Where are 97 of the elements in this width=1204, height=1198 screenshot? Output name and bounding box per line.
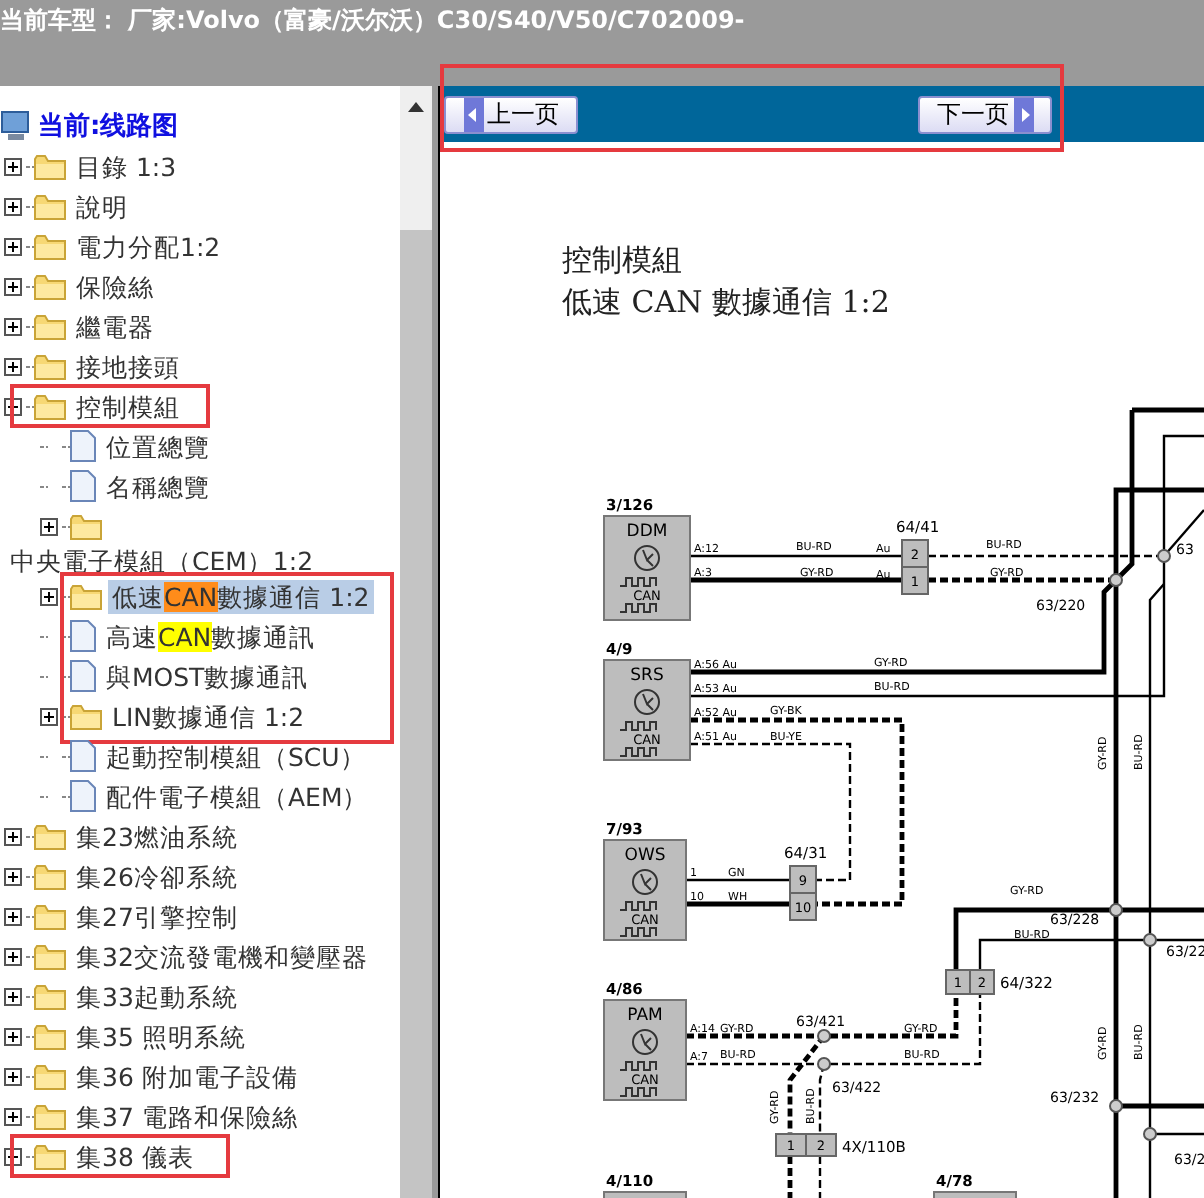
tree-item-label[interactable]: 目錄 1:3 [72,149,181,183]
tree-item-label[interactable]: 集23燃油系統 [72,819,242,853]
tree-item-label[interactable]: 與MOST數據通訊 [102,659,313,693]
connector-cell [901,539,929,568]
tree-item-label[interactable]: 集32交流發電機和變壓器 [72,939,372,973]
document-icon [70,780,96,812]
connector-cell [805,1133,837,1157]
folder-icon [34,193,66,219]
diagram-title: 控制模組 [562,242,682,278]
tree-item-label[interactable]: 集27引擎控制 [72,899,242,933]
connector-cell [945,969,971,995]
computer-icon [0,110,32,142]
expand-icon[interactable] [4,277,22,295]
expand-icon[interactable] [40,707,58,725]
folder-icon [34,353,66,379]
expand-icon[interactable] [4,867,22,885]
folder-icon [70,513,102,539]
transceiver-icon [619,545,660,587]
folder-icon [34,153,66,179]
tree-item-label[interactable]: 集26冷卻系統 [72,859,242,893]
tree-item-label[interactable]: 集36 附加電子設備 [72,1059,302,1093]
module-box [603,515,691,621]
expand-icon[interactable] [4,197,22,215]
document-icon [70,620,96,652]
folder-icon [70,583,102,609]
folder-icon [34,313,66,339]
pulse-icon [619,927,657,937]
tree-item-label[interactable]: 集35 照明系統 [72,1019,250,1053]
folder-icon [34,393,66,419]
pulse-icon [619,747,657,757]
pulse-icon [619,1087,657,1097]
expand-icon[interactable] [4,1067,22,1085]
expand-icon[interactable] [4,907,22,925]
expand-icon[interactable] [4,317,22,335]
next-page-button[interactable]: 下一页 [918,95,1052,133]
tree-item-label[interactable]: 接地接頭 [72,349,184,383]
document-icon [70,470,96,502]
tree-item-label[interactable]: 說明 [72,189,132,223]
module-box [933,1191,1017,1198]
expand-icon[interactable] [40,587,58,605]
folder-icon [34,1023,66,1049]
expand-icon[interactable] [40,517,58,535]
tree-item-label[interactable]: 集37 電路和保險絲 [72,1099,302,1133]
transceiver-icon [619,869,658,911]
folder-icon [34,1063,66,1089]
folder-icon [34,983,66,1009]
expand-icon[interactable] [4,827,22,845]
connector-cell [789,892,817,921]
connector-cell [969,969,995,995]
expand-icon[interactable] [4,157,22,175]
folder-icon [34,273,66,299]
module-box [603,839,687,941]
expand-icon[interactable] [4,987,22,1005]
folder-icon [34,903,66,929]
module-box [603,1191,687,1198]
vehicle-title: 当前车型： 厂家:Volvo（富豪/沃尔沃）C30/S40/V50/C702009- [0,4,747,38]
module-box [603,659,691,761]
tree-item-label[interactable]: 控制模組 [72,389,184,423]
module-name: PAM [627,1006,663,1026]
tree-item-label[interactable]: 集33起動系統 [72,979,242,1013]
previous-page-button[interactable]: 上一页 [444,95,578,133]
tree-item-label[interactable]: 配件電子模組（AEM） [102,779,373,813]
module-name: OWS [624,846,666,866]
connector-cell [775,1133,807,1157]
expand-icon[interactable] [4,947,22,965]
tree-item-label[interactable]: 繼電器 [72,309,158,343]
expand-icon[interactable] [4,237,22,255]
folder-icon [34,1103,66,1129]
document-icon [70,430,96,462]
connector-cell [789,865,817,894]
folder-icon [34,943,66,969]
document-icon [70,740,96,772]
document-icon [70,660,96,692]
tree-item-label[interactable]: 名稱總覽 [102,469,214,503]
tree-root-label[interactable]: 当前:线路图 [38,108,179,144]
module-box [603,999,687,1101]
expand-icon[interactable] [4,357,22,375]
folder-icon [34,1143,66,1169]
tree-item-label[interactable]: LIN數據通信 1:2 [108,699,309,733]
tree-item-label[interactable]: 位置總覽 [102,429,214,463]
expand-icon[interactable] [4,1107,22,1125]
diagram-title: 低速 CAN 數據通信 1:2 [562,284,890,320]
tree-item-label[interactable]: 起動控制模組（SCU） [102,739,370,773]
folder-icon [34,233,66,259]
pulse-icon [619,603,657,613]
tree-item-label[interactable]: 電力分配1:2 [72,229,225,263]
folder-icon [70,703,102,729]
connector-cell [901,566,929,595]
tree-item-label[interactable]: 保險絲 [72,269,158,303]
expand-icon[interactable] [4,1027,22,1045]
folder-icon [34,863,66,889]
module-name: SRS [630,666,664,686]
tree-item-label[interactable]: 集38 儀表 [72,1139,198,1173]
transceiver-icon [619,689,660,731]
transceiver-icon [619,1029,658,1071]
module-name: DDM [626,522,668,542]
folder-icon [34,823,66,849]
